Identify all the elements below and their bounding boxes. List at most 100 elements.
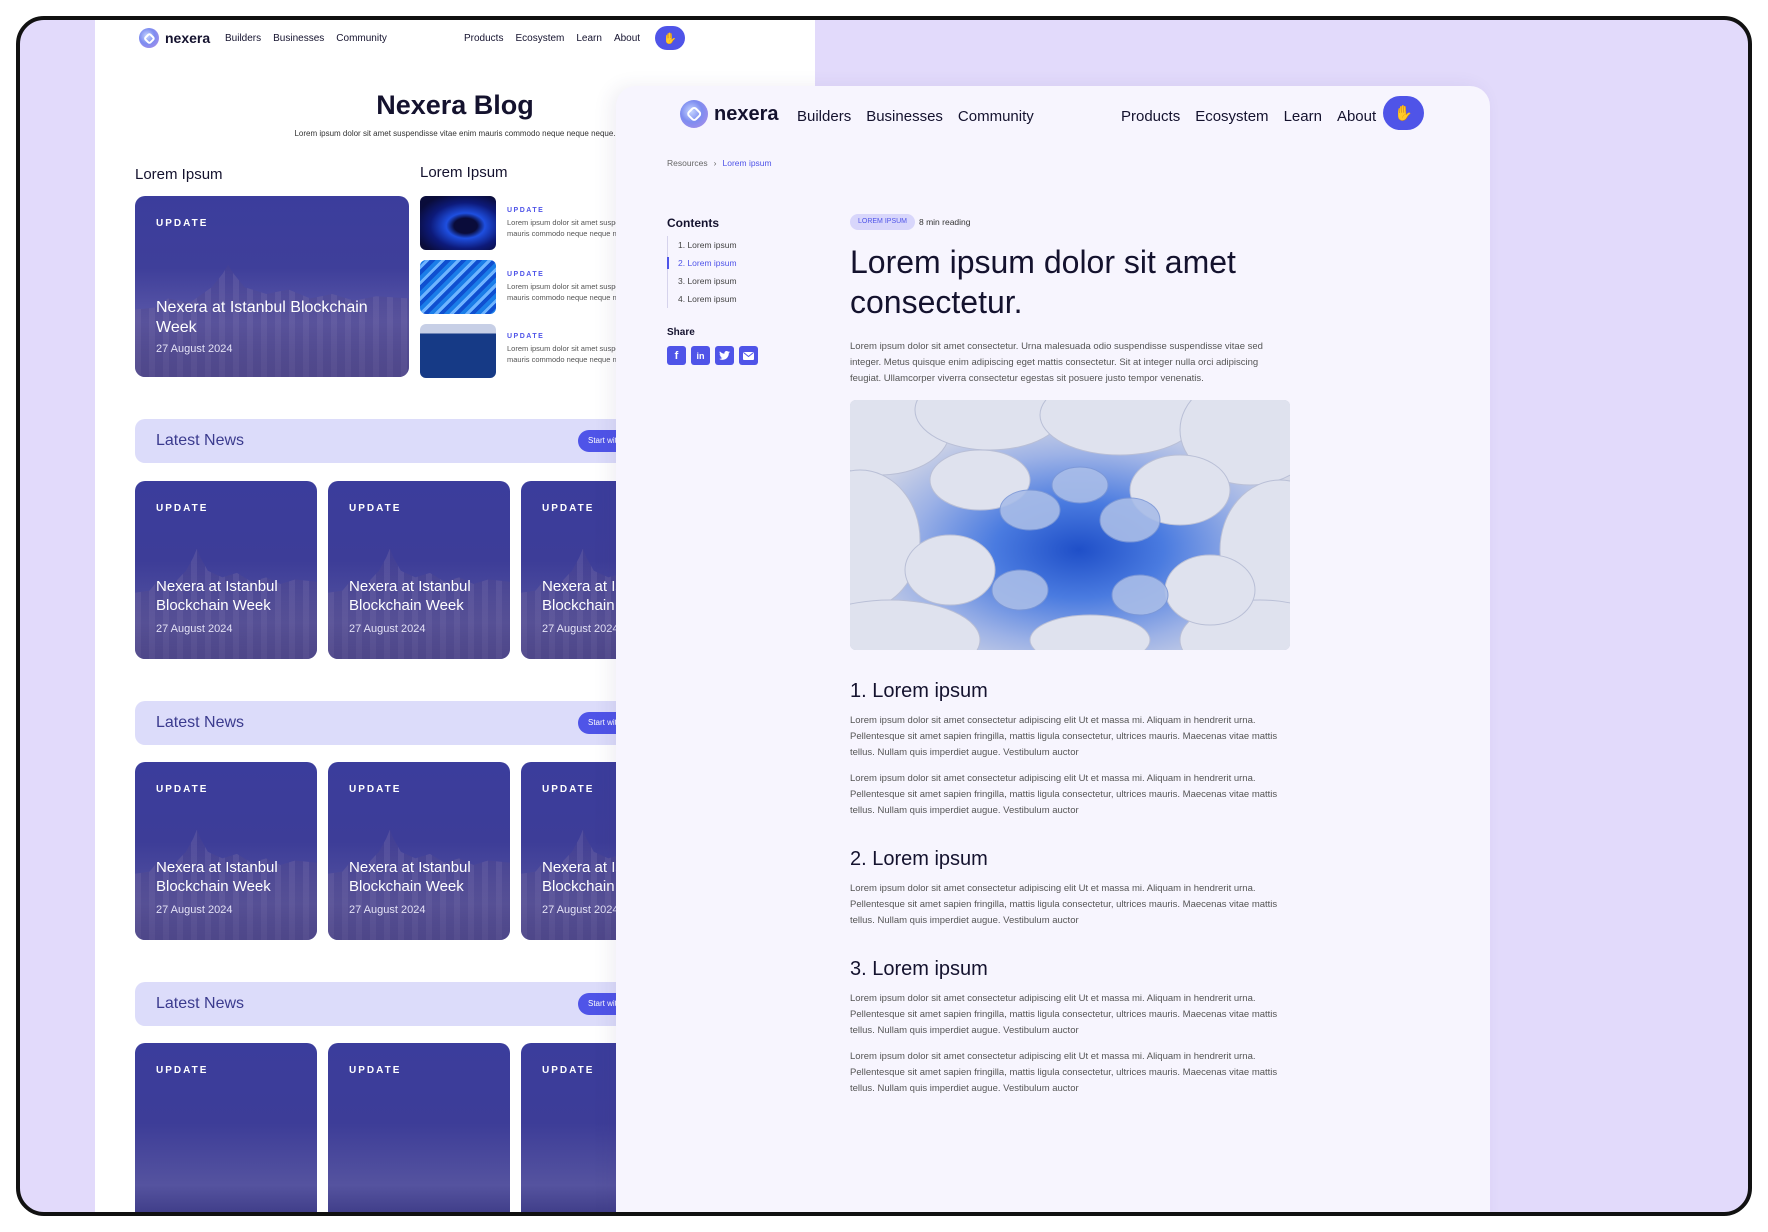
news-card[interactable]: UPDATE Nexera at Istanbul Blockchain Wee… [328,481,510,659]
nexera-logo-icon [139,28,159,48]
nav-link-learn[interactable]: Learn [576,33,602,44]
contents-heading: Contents [667,216,719,230]
card-date: 27 August 2024 [156,343,233,355]
side-thumb-3[interactable] [420,324,496,378]
side-heading: Lorem Ipsum [420,164,508,181]
nav-link-community[interactable]: Community [958,108,1034,125]
card-tag: UPDATE [542,503,595,514]
news-card[interactable]: UPDATE Nexera at Istanbul Blockchain Wee… [135,481,317,659]
facebook-icon[interactable]: f [667,346,686,365]
news-card[interactable]: UPDATE [135,1043,317,1212]
waving-hand-icon: ✋ [663,32,677,45]
news-card[interactable]: UPDATE Nexera at Istanbul Blockchain Wee… [135,762,317,940]
toc-item[interactable]: 4. Lorem ipsum [668,290,737,308]
chevron-right-icon: › [713,158,717,168]
nav-link-ecosystem[interactable]: Ecosystem [515,33,564,44]
nav-link-learn[interactable]: Learn [1284,108,1322,125]
reading-time: 8 min reading [919,217,971,227]
share-heading: Share [667,327,695,338]
latest-news-bar: Latest News Start with Nexera [135,701,698,745]
nav-link-businesses[interactable]: Businesses [273,33,324,44]
nexera-logo-icon [680,100,708,128]
card-tag: UPDATE [156,1065,209,1076]
nav-link-businesses[interactable]: Businesses [866,108,943,125]
top-nav: nexera Builders Businesses Community Pro… [95,20,815,60]
card-tag: UPDATE [542,1065,595,1076]
brand-name: nexera [714,102,779,125]
card-tag: UPDATE [156,503,209,514]
nav-secondary-links: Products Ecosystem Learn About [1121,108,1376,125]
showcase-frame: nexera Builders Businesses Community Pro… [16,16,1752,1216]
linkedin-icon[interactable]: in [691,346,710,365]
nav-link-about[interactable]: About [614,33,640,44]
nav-secondary-links: Products Ecosystem Learn About [464,33,640,44]
breadcrumb-current[interactable]: Lorem ipsum [722,158,771,168]
nav-link-ecosystem[interactable]: Ecosystem [1195,108,1268,125]
card-tag: UPDATE [156,218,209,229]
card-date: 27 August 2024 [349,623,426,635]
brand-name: nexera [165,30,211,46]
article-hero-image [850,400,1290,650]
section-1-paragraph-2: Lorem ipsum dolor sit amet consectetur a… [850,773,1278,816]
side-tag-3: UPDATE [507,333,545,340]
nav-link-products[interactable]: Products [1121,108,1180,125]
card-tag: UPDATE [542,784,595,795]
section-2-paragraph-1: Lorem ipsum dolor sit amet consectetur a… [850,883,1278,926]
card-tag: UPDATE [156,784,209,795]
news-card[interactable]: UPDATE Nexera at Istanbul Blockchain Wee… [328,762,510,940]
email-icon[interactable] [739,346,758,365]
section-heading-2: 2. Lorem ipsum [850,848,988,870]
featured-card[interactable]: UPDATE Nexera at Istanbul Blockchain Wee… [135,196,409,377]
nav-link-builders[interactable]: Builders [797,108,851,125]
nav-link-about[interactable]: About [1337,108,1376,125]
card-title: Nexera at Istanbul Blockchain Week [156,299,368,336]
section-3-paragraph-1: Lorem ipsum dolor sit amet consectetur a… [850,993,1278,1036]
card-date: 27 August 2024 [542,623,619,635]
latest-news-bar: Latest News Start with Nexera [135,419,698,463]
wave-cta-button[interactable]: ✋ [655,26,685,50]
card-tag: UPDATE [349,784,402,795]
nexera-logo[interactable]: nexera [139,28,210,48]
card-title: Nexera at Istanbul Blockchain Week [156,859,278,895]
category-badge: LOREM IPSUM [850,214,916,230]
card-title: Nexera at Istanbul Blockchain Week [349,859,471,895]
breadcrumb-resources[interactable]: Resources [667,158,708,168]
breadcrumb: Resources › Lorem ipsum [667,158,772,168]
nav-link-community[interactable]: Community [336,33,387,44]
card-date: 27 August 2024 [156,904,233,916]
latest-news-title: Latest News [156,995,245,1012]
article-title: Lorem ipsum dolor sit amet consectetur. [850,244,1236,320]
latest-news-title: Latest News [156,432,245,449]
twitter-icon[interactable] [715,346,734,365]
card-title: Nexera at Istanbul Blockchain Week [349,578,471,614]
card-tag: UPDATE [349,1065,402,1076]
toc-item[interactable]: 3. Lorem ipsum [668,272,737,290]
section-heading-1: 1. Lorem ipsum [850,680,988,702]
nav-primary-links: Builders Businesses Community [225,33,387,44]
section-1-paragraph-1: Lorem ipsum dolor sit amet consectetur a… [850,715,1278,758]
waving-hand-icon: ✋ [1394,105,1413,122]
side-tag-2: UPDATE [507,271,545,278]
card-date: 27 August 2024 [542,904,619,916]
section-3-paragraph-2: Lorem ipsum dolor sit amet consectetur a… [850,1051,1278,1094]
card-tag: UPDATE [349,503,402,514]
card-date: 27 August 2024 [156,623,233,635]
nav-link-builders[interactable]: Builders [225,33,261,44]
side-tag-1: UPDATE [507,207,545,214]
latest-news-title: Latest News [156,714,245,731]
featured-heading: Lorem Ipsum [135,166,223,183]
nav-link-products[interactable]: Products [464,33,503,44]
card-date: 27 August 2024 [349,904,426,916]
card-title: Nexera at Istanbul Blockchain Week [156,578,278,614]
side-thumb-1[interactable] [420,196,496,250]
nexera-logo[interactable]: nexera [680,100,779,128]
side-thumb-2[interactable] [420,260,496,314]
news-card[interactable]: UPDATE [328,1043,510,1212]
toc-item[interactable]: 1. Lorem ipsum [668,236,737,254]
article-intro: Lorem ipsum dolor sit amet consectetur. … [850,341,1263,384]
toc-item-active[interactable]: 2. Lorem ipsum [667,254,737,272]
share-buttons: f in [667,346,758,365]
table-of-contents: 1. Lorem ipsum 2. Lorem ipsum 3. Lorem i… [667,236,737,308]
article-page: nexera Builders Businesses Community Pro… [616,86,1490,1212]
wave-cta-button[interactable]: ✋ [1383,96,1424,130]
